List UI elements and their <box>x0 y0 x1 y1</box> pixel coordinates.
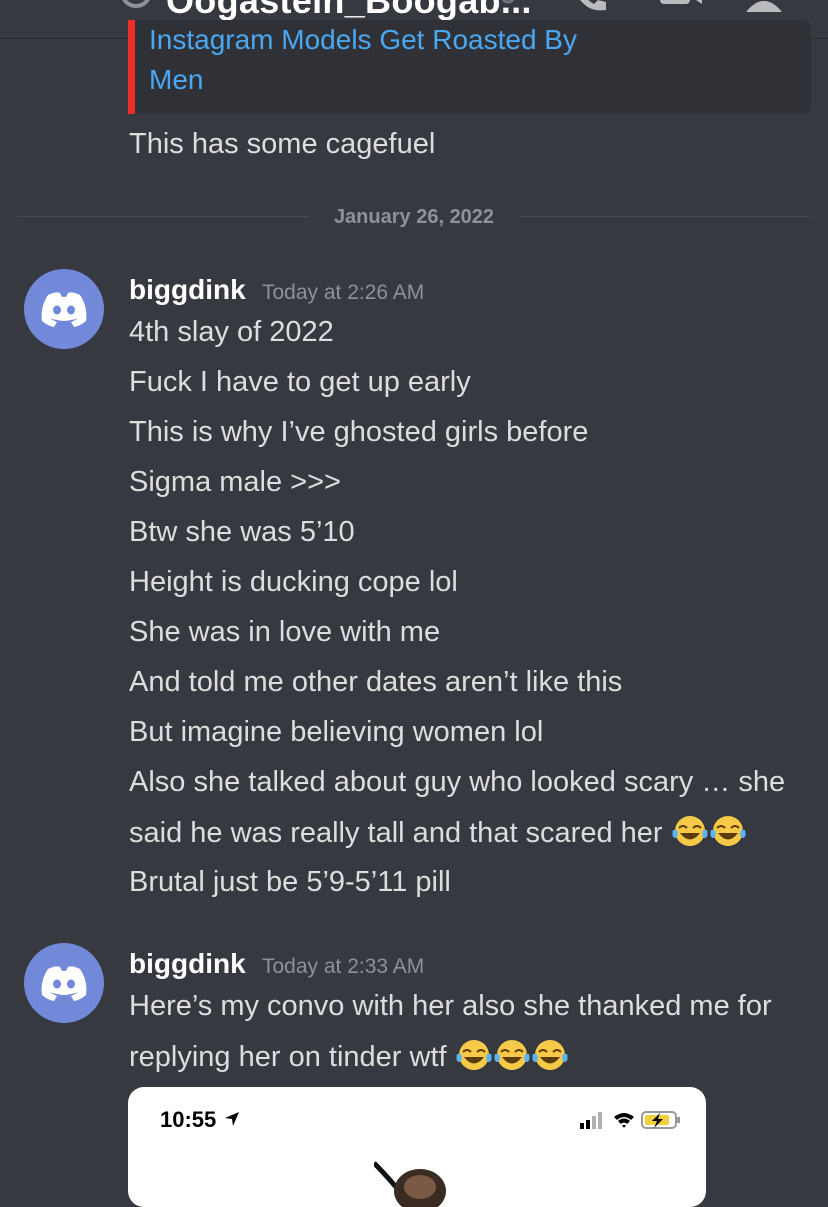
laughing-tears-emoji-icon <box>456 1040 492 1070</box>
attachment-status-time: 10:55 <box>160 1107 217 1132</box>
message-line: Height is ducking cope lol <box>129 566 458 598</box>
embed-title-line-2[interactable]: Men <box>149 60 769 100</box>
message-line: This is why I’ve ghosted girls before <box>129 416 589 448</box>
message-line: Btw she was 5’10 <box>129 516 355 548</box>
message-line: But imagine believing women lol <box>129 716 544 748</box>
discord-logo-icon <box>41 966 87 1001</box>
discord-logo-icon <box>41 292 87 327</box>
embed-title-line-1[interactable]: Instagram Models Get Roasted By <box>149 20 769 60</box>
message-line: Also she talked about guy who looked sca… <box>129 766 786 798</box>
status-bar-icons <box>580 1111 680 1129</box>
channel-title[interactable]: Oogastein_Boogab... <box>166 0 532 22</box>
message-line-with-emoji: replying her on tinder wtf <box>129 1038 569 1073</box>
timestamp: Today at 2:26 AM <box>262 281 425 304</box>
laughing-tears-emoji-icon <box>532 1040 568 1070</box>
link-embed: Instagram Models Get Roasted By Men <box>128 20 811 114</box>
laughing-tears-emoji-icon <box>672 816 708 846</box>
message-line: Here’s my convo with her also she thanke… <box>129 990 772 1022</box>
at-sign-icon <box>122 0 150 8</box>
timestamp: Today at 2:33 AM <box>262 955 425 978</box>
members-icon[interactable] <box>744 0 792 12</box>
location-arrow-icon <box>225 1112 239 1126</box>
message-line-with-emoji: said he was really tall and that scared … <box>129 814 747 849</box>
message-line: And told me other dates aren’t like this <box>129 666 623 698</box>
date-divider-label: January 26, 2022 <box>309 204 519 230</box>
username[interactable]: biggdink <box>129 948 246 980</box>
hamburger-menu-icon[interactable] <box>36 0 76 6</box>
message-line: 4th slay of 2022 <box>129 316 334 348</box>
message-line: She was in love with me <box>129 616 441 648</box>
embed-title-link[interactable]: Instagram Models Get Roasted By Men <box>149 20 769 100</box>
chevron-down-icon[interactable] <box>500 0 516 4</box>
laughing-tears-emoji-icon <box>494 1040 530 1070</box>
phone-call-icon[interactable] <box>570 0 610 16</box>
laughing-tears-emoji-icon <box>710 816 746 846</box>
message-line: said he was really tall and that scared … <box>129 817 663 849</box>
message-line: Fuck I have to get up early <box>129 366 471 398</box>
video-call-icon[interactable] <box>660 0 702 12</box>
message-line: replying her on tinder wtf <box>129 1041 447 1073</box>
profile-photo <box>374 1161 446 1207</box>
message-line: Brutal just be 5’9-5’11 pill <box>129 866 451 898</box>
avatar[interactable] <box>24 269 104 349</box>
avatar[interactable] <box>24 943 104 1023</box>
image-attachment[interactable]: 10:55 <box>128 1087 706 1207</box>
message-line: Sigma male >>> <box>129 466 341 498</box>
username[interactable]: biggdink <box>129 274 246 306</box>
message-text: This has some cagefuel <box>129 128 436 160</box>
